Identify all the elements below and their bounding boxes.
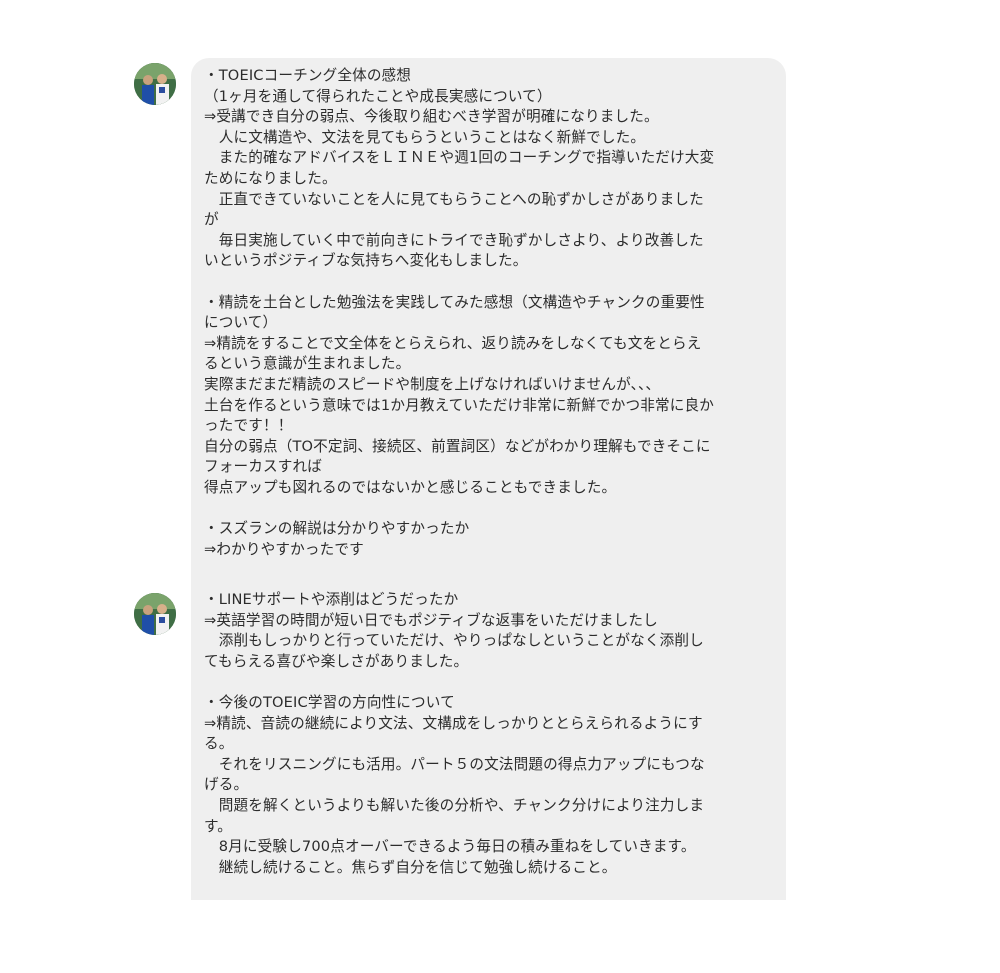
- message-line: 自分の弱点（TO不定詞、接続区、前置詞区）などがわかり理解もできそこに: [204, 437, 711, 455]
- message-line: ・LINEサポートや添削はどうだったか: [204, 591, 459, 608]
- message-line: 添削もしっかりと行っていただけ、やりっぱなしということがなく添削し: [204, 632, 704, 650]
- message-line: ・今後のTOEIC学習の方向性について: [204, 693, 455, 711]
- message-line: 毎日実施していく中で前向きにトライでき恥ずかしさより、より改善した: [204, 231, 704, 249]
- message-line: フォーカスすれば: [204, 458, 322, 476]
- sender-avatar[interactable]: [134, 593, 176, 635]
- message-line: ためになりました。: [204, 169, 337, 187]
- message-line: 実際まだまだ精読のスピードや制度を上げなければいけませんが、、、: [204, 375, 661, 393]
- message-line: また的確なアドバイスをＬＩＮＥや週1回のコーチングで指導いただけ大変: [204, 149, 715, 167]
- message-line: いというポジティブな気持ちへ変化もしました。: [204, 252, 528, 270]
- message-text: ・LINEサポートや添削はどうだったか ⇒英語学習の時間が短い日でもポジティブな返…: [204, 590, 779, 878]
- message-line: ・精読を土台とした勉強法を実践してみた感想（文構造やチャンクの重要性: [204, 293, 705, 311]
- message-line: 継続し続けること。焦らず自分を信じて勉強し続けること。: [204, 858, 617, 876]
- message-line: が: [204, 211, 219, 229]
- message-line: 8月に受験し700点オーバーできるよう毎日の積み重ねをしていきます。: [204, 838, 696, 856]
- message-line: ったです！！: [204, 417, 293, 435]
- message-line: す。: [204, 817, 233, 835]
- message-line: 人に文構造や、文法を見てもらうということはなく新鮮でした。: [204, 128, 646, 146]
- message-line: 問題を解くというよりも解いた後の分析や、チャンク分けにより注力しま: [204, 796, 705, 814]
- message-line: る。: [204, 735, 234, 753]
- message-line: ⇒わかりやすかったです: [204, 540, 364, 558]
- message-line: 正直できていないことを人に見てもらうことへの恥ずかしさがありました: [204, 190, 704, 208]
- message-line: 得点アップも図れるのではないかと感じることもできました。: [204, 478, 617, 496]
- message-line: げる。: [204, 776, 249, 794]
- message-line: ⇒精読、音読の継続により文法、文構成をしっかりととらえられるようにす: [204, 714, 703, 732]
- sender-avatar[interactable]: [134, 63, 176, 105]
- message-text: ・TOEICコーチング全体の感想 （1ヶ月を通して得られたことや成長実感について）…: [204, 66, 779, 560]
- message-line: それをリスニングにも活用。パート５の文法問題の得点力アップにもつな: [204, 755, 705, 773]
- message-line: （1ヶ月を通して得られたことや成長実感について）: [204, 87, 552, 105]
- message-line: 土台を作るという意味では1か月教えていただけ非常に新鮮でかつ非常に良か: [204, 396, 714, 414]
- message-line: ・TOEICコーチング全体の感想: [204, 67, 412, 84]
- user-avatar-icon: [134, 63, 176, 105]
- message-line: るという意識が生まれました。: [204, 355, 411, 373]
- message-line: ⇒精読をすることで文全体をとらえられ、返り読みをしなくても文をとらえ: [204, 334, 702, 352]
- message-line: ⇒英語学習の時間が短い日でもポジティブな返事をいただけましたし: [204, 611, 658, 629]
- message-line: ・スズランの解説は分かりやすかったか: [204, 520, 470, 538]
- message-line: ⇒受講でき自分の弱点、今後取り組むべき学習が明確になりました。: [204, 108, 659, 126]
- message-line: てもらえる喜びや楽しさがありました。: [204, 652, 469, 670]
- message-line: について）: [204, 314, 278, 332]
- user-avatar-icon: [134, 593, 176, 635]
